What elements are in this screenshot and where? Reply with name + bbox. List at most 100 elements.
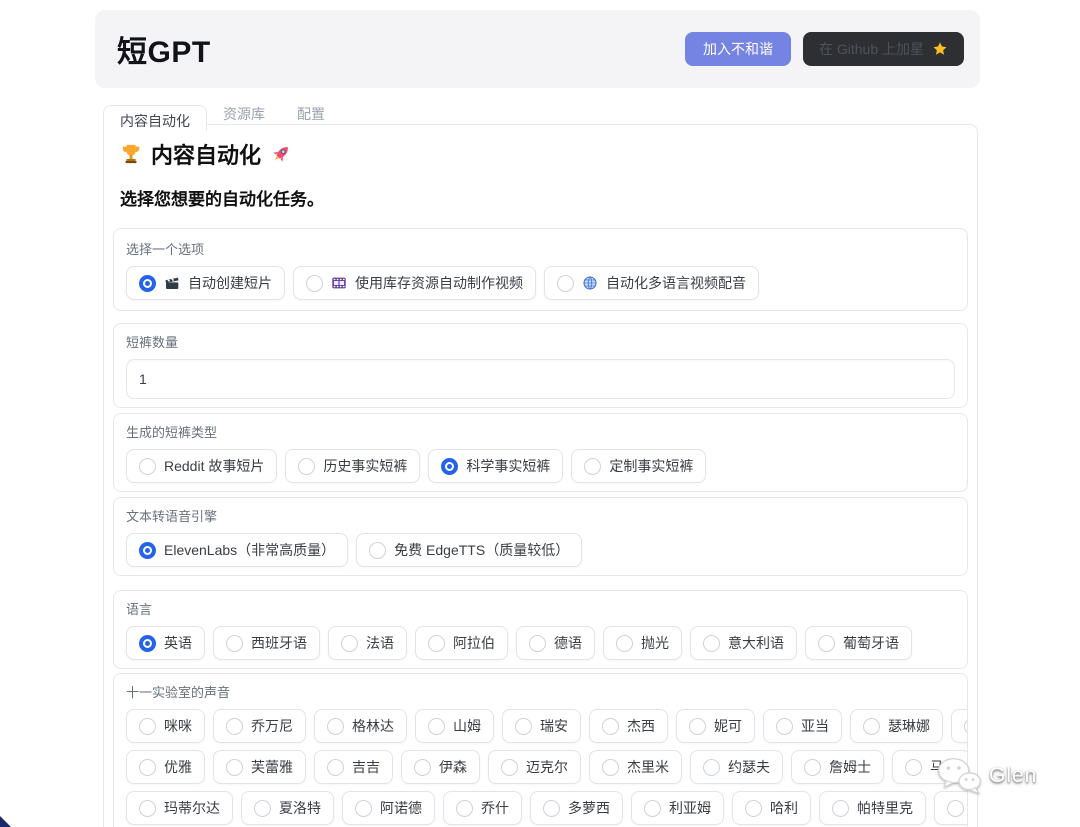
radio-circle bbox=[616, 635, 633, 652]
radio-option[interactable]: 山姆 bbox=[415, 709, 494, 743]
radio-circle bbox=[341, 635, 358, 652]
radio-option[interactable]: 瑞安 bbox=[502, 709, 581, 743]
header-buttons: 加入不和谐 在 Github 上加星 bbox=[685, 32, 964, 67]
globe-icon bbox=[582, 275, 598, 291]
radio-option[interactable]: 杰西 bbox=[589, 709, 668, 743]
radio-circle bbox=[226, 635, 243, 652]
radio-option[interactable]: ElevenLabs（非常高质量） bbox=[126, 533, 348, 567]
radio-option[interactable]: 乔什 bbox=[443, 791, 522, 825]
radio-option[interactable]: 优雅 bbox=[126, 750, 205, 784]
radio-option-label: 西班牙语 bbox=[251, 633, 307, 653]
join-discord-button[interactable]: 加入不和谐 bbox=[685, 32, 791, 67]
radio-option[interactable]: 迈克尔 bbox=[488, 750, 581, 784]
radio-option[interactable]: 阿拉伯 bbox=[415, 626, 508, 660]
radio-option[interactable]: 妮可 bbox=[676, 709, 755, 743]
radio-circle bbox=[298, 458, 315, 475]
radio-circle bbox=[355, 800, 372, 817]
radio-option[interactable]: 哈利 bbox=[732, 791, 811, 825]
radio-circle bbox=[832, 800, 849, 817]
radio-circle bbox=[369, 542, 386, 559]
radio-option-label: 自动创建短片 bbox=[188, 273, 272, 293]
tab-config[interactable]: 配置 bbox=[281, 99, 341, 130]
radio-option-label: 历史事实短裤 bbox=[323, 456, 407, 476]
radio-option[interactable]: 葡萄牙语 bbox=[805, 626, 912, 660]
radio-option[interactable]: 英语 bbox=[126, 626, 205, 660]
radio-option[interactable]: 詹姆士 bbox=[791, 750, 884, 784]
radio-option[interactable]: 吉吉 bbox=[314, 750, 393, 784]
radio-circle bbox=[139, 542, 156, 559]
radio-option[interactable]: 西班牙语 bbox=[213, 626, 320, 660]
tab-asset-library[interactable]: 资源库 bbox=[207, 99, 281, 130]
radio-option[interactable]: 抛光 bbox=[603, 626, 682, 660]
radio-option[interactable]: 科学事实短裤 bbox=[428, 449, 563, 483]
radio-option-label: 帕特里克 bbox=[857, 798, 913, 818]
radio-option-label: 亚当 bbox=[801, 716, 829, 736]
radio-option[interactable]: 咪咪 bbox=[126, 709, 205, 743]
radio-circle bbox=[139, 458, 156, 475]
radio-circle bbox=[306, 275, 323, 292]
radio-option[interactable]: 瑟琳娜 bbox=[850, 709, 943, 743]
radio-option-label: 免费 EdgeTTS（质量较低） bbox=[394, 540, 569, 560]
radio-option[interactable]: 芙蕾雅 bbox=[213, 750, 306, 784]
radio-circle bbox=[414, 759, 431, 776]
radio-circle bbox=[644, 800, 661, 817]
shorts-count-input[interactable] bbox=[126, 359, 955, 399]
radio-option[interactable]: 帕特里克 bbox=[819, 791, 926, 825]
radio-option-label: 夏洛特 bbox=[279, 798, 321, 818]
github-star-button[interactable]: 在 Github 上加星 bbox=[803, 32, 964, 67]
radio-circle bbox=[226, 718, 243, 735]
radio-option[interactable]: 玛蒂尔达 bbox=[126, 791, 233, 825]
radio-option[interactable]: 丹尼尔 bbox=[951, 709, 968, 743]
radio-option-label: 瑞安 bbox=[540, 716, 568, 736]
radio-option[interactable]: Reddit 故事短片 bbox=[126, 449, 277, 483]
radio-circle bbox=[602, 718, 619, 735]
radio-option[interactable]: 亚当 bbox=[763, 709, 842, 743]
radio-option[interactable]: 乔万尼 bbox=[213, 709, 306, 743]
radio-option[interactable]: 卡勒姆 bbox=[934, 791, 968, 825]
radio-circle bbox=[428, 635, 445, 652]
radio-option-auto-create-shorts[interactable]: 自动创建短片 bbox=[126, 266, 285, 300]
watermark: Glen bbox=[936, 756, 1037, 796]
radio-option[interactable]: 法语 bbox=[328, 626, 407, 660]
radio-circle bbox=[501, 759, 518, 776]
radio-option-stock-video[interactable]: 使用库存资源自动制作视频 bbox=[293, 266, 536, 300]
radio-option[interactable]: 免费 EdgeTTS（质量较低） bbox=[356, 533, 582, 567]
radio-option[interactable]: 多萝西 bbox=[530, 791, 623, 825]
radio-option-label: 阿拉伯 bbox=[453, 633, 495, 653]
radio-option-label: 阿诺德 bbox=[380, 798, 422, 818]
radio-option[interactable]: 定制事实短裤 bbox=[571, 449, 706, 483]
page-title-text: 内容自动化 bbox=[151, 138, 261, 170]
radio-circle bbox=[905, 759, 922, 776]
radio-circle bbox=[139, 718, 156, 735]
task-select-group: 选择一个选项 自动创建短片 bbox=[113, 228, 968, 311]
radio-option[interactable]: 阿诺德 bbox=[342, 791, 435, 825]
radio-circle bbox=[327, 759, 344, 776]
radio-option-label: 吉吉 bbox=[352, 757, 380, 777]
voices-row-1: 咪咪 乔万尼 格林达 山姆 瑞安 杰西 bbox=[126, 709, 955, 743]
radio-option-label: 英语 bbox=[164, 633, 192, 653]
radio-option[interactable]: 格林达 bbox=[314, 709, 407, 743]
radio-option-label: 咪咪 bbox=[164, 716, 192, 736]
radio-option[interactable]: 历史事实短裤 bbox=[285, 449, 420, 483]
voices-label: 十一实验室的声音 bbox=[126, 682, 955, 701]
radio-option[interactable]: 意大利语 bbox=[690, 626, 797, 660]
radio-option[interactable]: 伊森 bbox=[401, 750, 480, 784]
radio-circle bbox=[804, 759, 821, 776]
radio-option[interactable]: 德语 bbox=[516, 626, 595, 660]
radio-option[interactable]: 利亚姆 bbox=[631, 791, 724, 825]
radio-option-label: 约瑟夫 bbox=[728, 757, 770, 777]
radio-circle bbox=[584, 458, 601, 475]
radio-circle bbox=[327, 718, 344, 735]
app-header: 短GPT 加入不和谐 在 Github 上加星 bbox=[95, 10, 980, 88]
radio-option-multilang-dub[interactable]: 自动化多语言视频配音 bbox=[544, 266, 759, 300]
tab-content-automation[interactable]: 内容自动化 bbox=[103, 105, 207, 131]
radio-option[interactable]: 夏洛特 bbox=[241, 791, 334, 825]
voices-group: 十一实验室的声音 咪咪 乔万尼 格林达 山姆 瑞安 bbox=[113, 673, 968, 827]
content-panel: 内容自动化 选择您想要的自动化任务。 选择一个选项 bbox=[103, 124, 978, 827]
radio-circle bbox=[456, 800, 473, 817]
radio-option[interactable]: 约瑟夫 bbox=[690, 750, 783, 784]
corner-triangle-decoration bbox=[0, 816, 11, 827]
radio-option[interactable]: 杰里米 bbox=[589, 750, 682, 784]
radio-option-label: 乔什 bbox=[481, 798, 509, 818]
radio-circle bbox=[139, 800, 156, 817]
